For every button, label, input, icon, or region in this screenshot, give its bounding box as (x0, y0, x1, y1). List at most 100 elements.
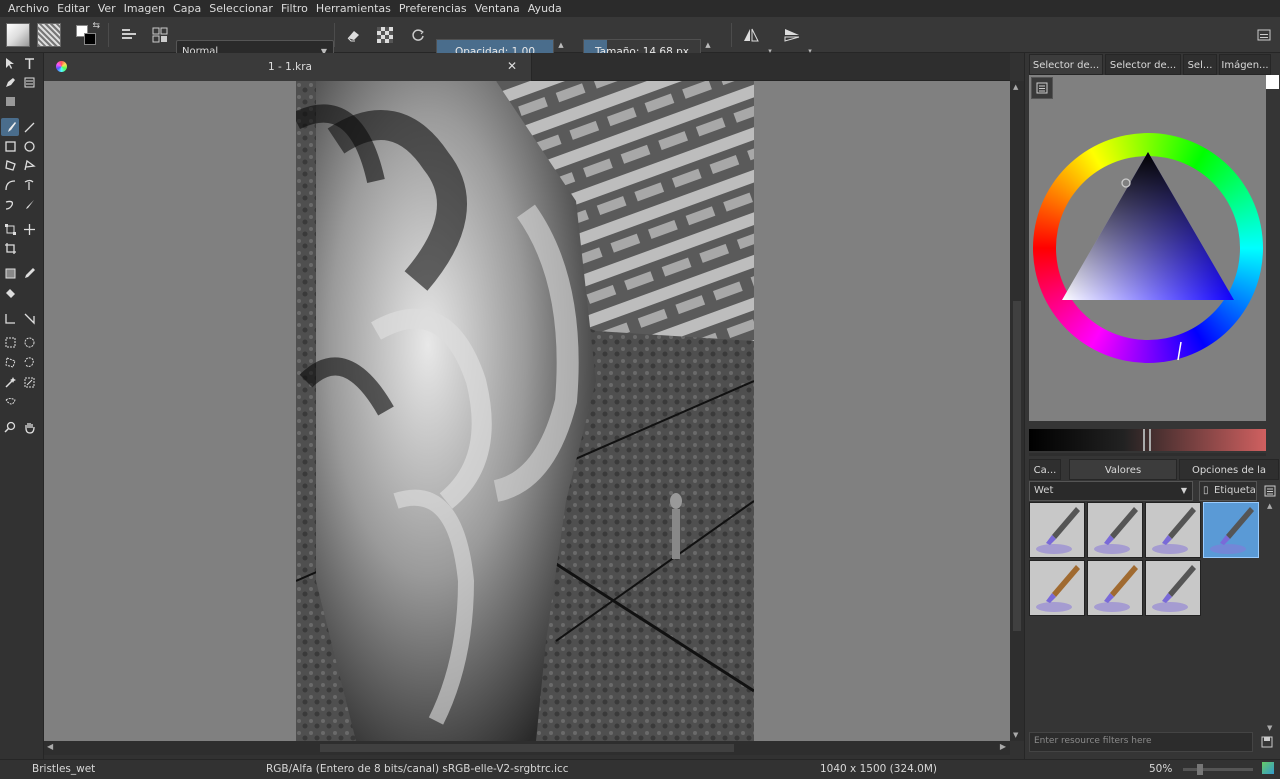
transform-tool-icon[interactable] (1, 220, 19, 238)
menu-bar: Archivo Editar Ver Imagen Capa Seleccion… (0, 0, 1280, 17)
menu-ventana[interactable]: Ventana (475, 2, 520, 15)
rect-select-icon[interactable] (1, 333, 19, 351)
resource-filter-input[interactable]: Enter resource filters here (1029, 732, 1253, 752)
brush-preset-item[interactable] (1029, 502, 1085, 558)
tab-layers[interactable]: Ca... (1029, 459, 1061, 480)
color-picker-icon[interactable] (20, 264, 38, 282)
fg-bg-color-icon[interactable]: ⇆ (72, 21, 100, 49)
brush-presets-icon[interactable] (115, 21, 143, 49)
gradient-swatch[interactable] (4, 21, 32, 49)
tool-options-bar: ⇆ Normal▼ Opacidad: 1,00 ▲▼ ▾ Tamaño: 14… (0, 17, 1280, 65)
select-shapes-icon[interactable] (1, 54, 19, 72)
calligraphy-icon[interactable] (20, 73, 38, 91)
painting-canvas[interactable] (296, 81, 754, 741)
menu-archivo[interactable]: Archivo (8, 2, 49, 15)
brush-preset-grid (1029, 502, 1275, 742)
menu-ayuda[interactable]: Ayuda (528, 2, 562, 15)
color-selector[interactable] (1029, 75, 1266, 421)
menu-preferencias[interactable]: Preferencias (399, 2, 467, 15)
preset-scrollbar[interactable]: ▲ ▼ (1265, 502, 1277, 732)
selector-settings-icon[interactable] (1031, 77, 1053, 99)
magic-wand-icon[interactable] (1, 373, 19, 391)
assistant-tool-icon[interactable] (20, 309, 38, 327)
menu-herramientas[interactable]: Herramientas (316, 2, 391, 15)
vertical-scrollbar[interactable]: ▲ ▼ (1010, 81, 1024, 741)
zoom-slider[interactable] (1183, 764, 1253, 775)
pattern-swatch[interactable] (35, 21, 63, 49)
zoom-tool-icon[interactable] (1, 418, 19, 436)
toolbox (0, 53, 44, 759)
close-tab-icon[interactable]: ✕ (507, 59, 517, 73)
similar-select-icon[interactable] (20, 373, 38, 391)
polyline-tool-icon[interactable] (20, 156, 38, 174)
ellipse-tool-icon[interactable] (20, 137, 38, 155)
mirror-horizontal-icon[interactable] (737, 21, 765, 49)
move-tool-icon[interactable] (20, 220, 38, 238)
tab-brush-presets[interactable]: Valores predefinidos... (1069, 459, 1177, 497)
freehand-path-icon[interactable] (20, 176, 38, 194)
status-zoom: 50% (1149, 763, 1173, 775)
brush-preset-item[interactable] (1145, 502, 1201, 558)
polygon-tool-icon[interactable] (1, 156, 19, 174)
crop-tool-icon[interactable] (1, 239, 19, 257)
workspace-icon[interactable] (1250, 21, 1278, 49)
pattern-tool-icon[interactable] (1, 92, 19, 110)
eraser-mode-icon[interactable] (339, 21, 367, 49)
menu-filtro[interactable]: Filtro (281, 2, 308, 15)
brush-preset-item[interactable] (1145, 560, 1201, 616)
splitter[interactable] (1029, 453, 1266, 456)
tab-sel[interactable]: Sel... (1183, 54, 1217, 75)
freehand-select-icon[interactable] (20, 353, 38, 371)
bezier-tool-icon[interactable] (1, 176, 19, 194)
brush-preset-item[interactable] (1087, 502, 1143, 558)
canvas-area[interactable] (44, 81, 1010, 741)
brush-preset-item[interactable] (1087, 560, 1143, 616)
preset-view-icon[interactable] (1261, 481, 1279, 501)
current-color-swatch[interactable] (1265, 75, 1279, 89)
measure-tool-icon[interactable] (1, 309, 19, 327)
pan-tool-icon[interactable] (20, 418, 38, 436)
tab-color-selector-1[interactable]: Selector de... (1029, 54, 1103, 75)
krita-doc-icon (56, 61, 67, 72)
menu-capa[interactable]: Capa (173, 2, 201, 15)
menu-imagen[interactable]: Imagen (124, 2, 165, 15)
brush-editor-icon[interactable] (146, 21, 174, 49)
mirror-vertical-icon[interactable] (778, 21, 806, 49)
rectangle-tool-icon[interactable] (1, 137, 19, 155)
tab-tool-options[interactable]: Opciones de la he... (1179, 459, 1279, 497)
menu-editar[interactable]: Editar (57, 2, 90, 15)
tag-icon: ▯ (1203, 485, 1209, 496)
status-dimensions: 1040 x 1500 (324.0M) (820, 763, 937, 775)
edit-shapes-icon[interactable] (1, 73, 19, 91)
bezier-select-icon[interactable] (1, 393, 19, 411)
canvas-only-icon[interactable] (1262, 762, 1274, 774)
document-title: 1 - 1.kra (268, 61, 312, 73)
tab-color-selector-2[interactable]: Selector de... (1105, 54, 1181, 75)
save-filter-icon[interactable] (1257, 732, 1277, 752)
ellipse-select-icon[interactable] (20, 333, 38, 351)
menu-seleccionar[interactable]: Seleccionar (209, 2, 273, 15)
tag-button[interactable]: ▯ Etiqueta (1199, 481, 1257, 501)
hue-ring-triangle[interactable] (1029, 125, 1266, 370)
document-tab-bar: 1 - 1.kra ✕ (44, 53, 1010, 81)
status-color-space: RGB/Alfa (Entero de 8 bits/canal) sRGB-e… (266, 763, 569, 775)
horizontal-scrollbar[interactable]: ◀ ▶ (44, 741, 1010, 755)
color-history-gradient[interactable] (1029, 429, 1266, 451)
reload-preset-icon[interactable] (404, 21, 432, 49)
menu-ver[interactable]: Ver (98, 2, 116, 15)
document-tab[interactable]: 1 - 1.kra ✕ (44, 53, 532, 81)
polygon-select-icon[interactable] (1, 353, 19, 371)
brush-preset-item[interactable] (1203, 502, 1259, 558)
preset-tag-select[interactable]: Wet ▼ (1029, 481, 1193, 501)
dynamic-brush-icon[interactable] (1, 195, 19, 213)
brush-tool-icon[interactable] (1, 118, 19, 136)
tab-images[interactable]: Imágen... (1219, 54, 1271, 75)
brush-preset-item[interactable] (1029, 560, 1085, 616)
text-tool-icon[interactable] (20, 54, 38, 72)
line-tool-icon[interactable] (20, 118, 38, 136)
alpha-lock-icon[interactable] (371, 21, 399, 49)
gradient-tool-icon[interactable] (1, 264, 19, 282)
multibrush-icon[interactable] (20, 195, 38, 213)
fill-tool-icon[interactable] (1, 284, 19, 302)
right-docker-panel: Selector de... Selector de... Sel... Imá… (1024, 53, 1280, 759)
